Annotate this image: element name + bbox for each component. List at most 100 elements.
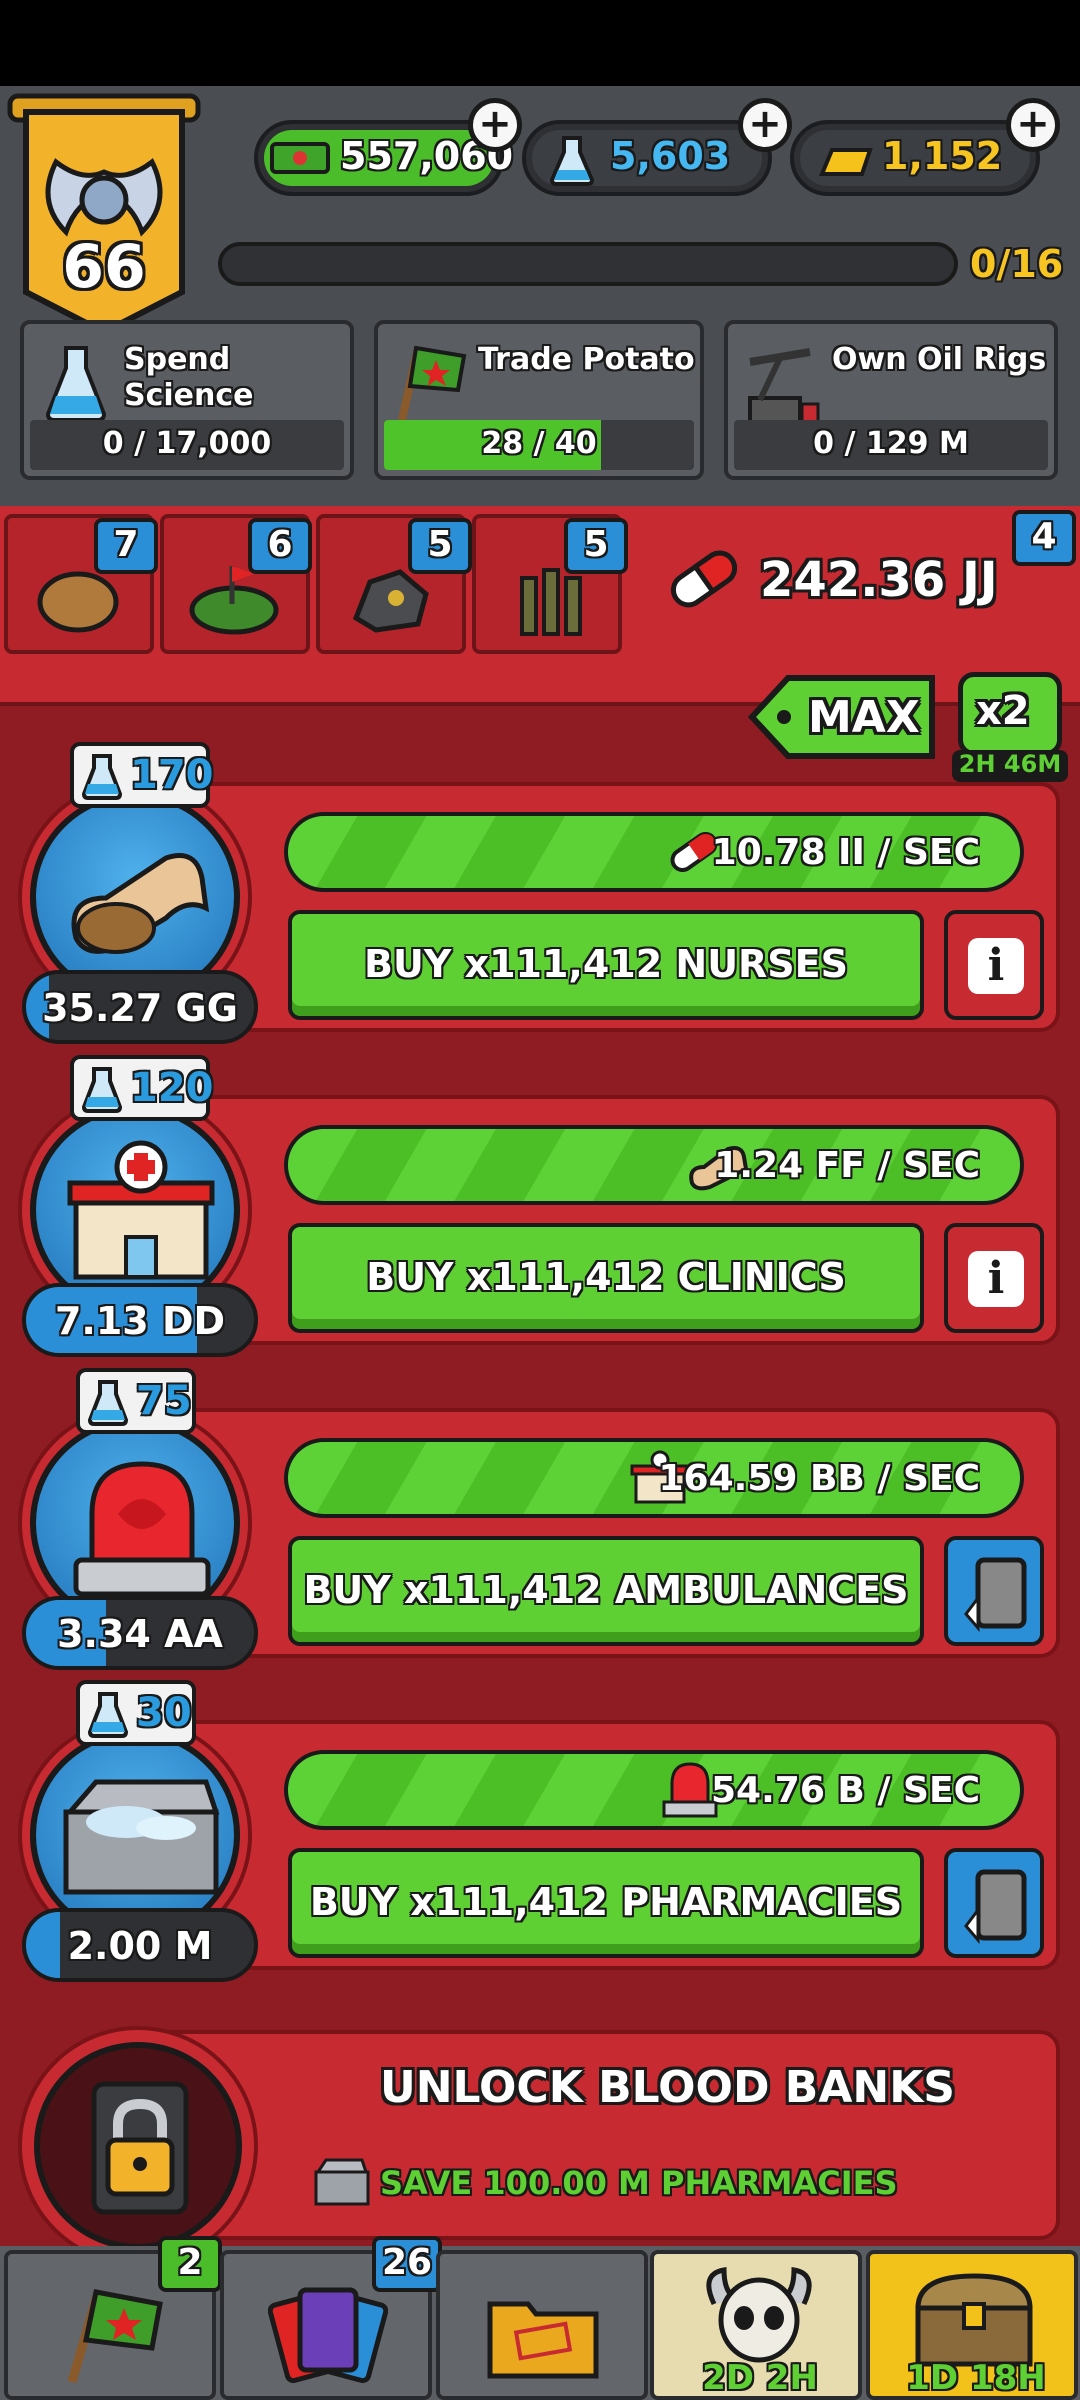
task-trade-potato[interactable]: Trade Potato 28 / 40: [374, 320, 704, 480]
swap-card-icon: [964, 1557, 1027, 1633]
task-own-oil-rigs[interactable]: Own Oil Rigs 0 / 129 M: [724, 320, 1058, 480]
producer-nurses: 10.78 II / SEC BUY x111,412 NURSES i 170…: [0, 742, 1080, 1052]
cost-text: 35.27 GG: [42, 986, 238, 1030]
category-tab-ore[interactable]: 5: [316, 514, 472, 654]
rate-bar: 164.59 BB / SEC: [284, 1438, 1024, 1518]
nav-tab-chest[interactable]: 1D 18H: [866, 2250, 1078, 2400]
flask-icon: [88, 1380, 128, 1426]
info-icon: i: [968, 1251, 1024, 1307]
unlock-blood-banks-panel[interactable]: UNLOCK BLOOD BANKS SAVE 100.00 M PHARMAC…: [150, 2030, 1060, 2240]
task-title: Own Oil Rigs: [832, 342, 1047, 377]
cost-pill: 7.13 DD: [22, 1283, 258, 1357]
rate-text: 1.24 FF / SEC: [714, 1145, 980, 1186]
flag-icon: [398, 345, 467, 421]
level-number: 66: [62, 232, 146, 302]
clinic-icon: [67, 1140, 215, 1280]
max-label: MAX: [808, 692, 920, 743]
cost-pill: 35.27 GG: [22, 970, 258, 1044]
max-button[interactable]: MAX: [747, 672, 938, 762]
cost-pill: 2.00 M: [22, 1908, 258, 1982]
flask-icon: [88, 1692, 128, 1738]
gold-bar-icon: [819, 148, 873, 176]
bandage-icon: [71, 853, 210, 954]
info-button[interactable]: i: [944, 910, 1044, 1020]
info-button[interactable]: i: [944, 1223, 1044, 1333]
currency-value: 242.36 JJ: [760, 552, 998, 608]
gold-pill[interactable]: 1,152: [790, 120, 1040, 196]
producer-panel: 1.24 FF / SEC BUY x111,412 CLINICS i: [150, 1095, 1060, 1345]
task-title: Trade Potato: [478, 342, 695, 377]
flask-icon: [550, 136, 594, 186]
cost-text: 2.00 M: [67, 1924, 213, 1968]
task-progress-text: 28 / 40: [481, 426, 597, 461]
buy-label: BUY x111,412 AMBULANCES: [303, 1568, 909, 1612]
medicine-chest-icon: [63, 1779, 220, 1895]
xp-progress-bar: [218, 242, 958, 286]
nav-tab-skull-event[interactable]: 2D 2H: [650, 2250, 862, 2400]
category-badge: 7: [94, 518, 158, 574]
category-tab-landmine[interactable]: 6: [160, 514, 312, 654]
nav-tab-flag[interactable]: 2: [4, 2236, 222, 2400]
science-cost: 30: [136, 1690, 192, 1736]
rate-bar: 10.78 II / SEC: [284, 812, 1024, 892]
science-cost: 170: [130, 752, 214, 798]
rate-text: 54.76 B / SEC: [711, 1770, 980, 1811]
nav-badge: 2: [158, 2236, 222, 2292]
folder-icon: [487, 2301, 599, 2379]
oil-rig-icon: [748, 348, 820, 424]
buy-clinics-button[interactable]: BUY x111,412 CLINICS: [288, 1223, 924, 1333]
category-tab-potato[interactable]: 7: [4, 514, 158, 654]
producer-panel: 10.78 II / SEC BUY x111,412 NURSES i: [150, 782, 1060, 1032]
task-spend-science[interactable]: Spend Science 0 / 17,000: [20, 320, 354, 480]
rate-text: 10.78 II / SEC: [711, 832, 980, 873]
category-tab-bullets[interactable]: 5: [472, 514, 628, 654]
medicine-chest-icon: [314, 2158, 370, 2206]
unlock-subtitle: SAVE 100.00 M PHARMACIES: [380, 2164, 898, 2202]
x2-label: x2: [976, 688, 1030, 734]
science-cost-tag: 170: [70, 742, 214, 808]
category-badge: 5: [564, 518, 628, 574]
category-badge: 6: [248, 518, 312, 574]
category-badge: 5: [408, 518, 472, 574]
cost-pill: 3.34 AA: [22, 1596, 258, 1670]
nav-tab-folder[interactable]: [436, 2250, 648, 2400]
cash-pill[interactable]: 557,060: [254, 120, 513, 196]
nav-tab-cards[interactable]: 26: [220, 2236, 442, 2400]
add-science-button[interactable]: +: [738, 98, 792, 152]
unlock-title: UNLOCK BLOOD BANKS: [380, 2062, 955, 2113]
cards-icon: [268, 2287, 388, 2384]
currency-badge: 4: [1012, 510, 1076, 566]
rate-bar: 1.24 FF / SEC: [284, 1125, 1024, 1205]
add-cash-button[interactable]: +: [468, 98, 522, 152]
buy-pharmacies-button[interactable]: BUY x111,412 PHARMACIES: [288, 1848, 924, 1958]
task-progress-bar: 0 / 129 M: [734, 420, 1048, 470]
science-value: 5,603: [610, 134, 731, 178]
buy-ambulances-button[interactable]: BUY x111,412 AMBULANCES: [288, 1536, 924, 1646]
producer-pharmacies: 54.76 B / SEC BUY x111,412 PHARMACIES 30…: [0, 1680, 1080, 1990]
flask-icon: [82, 754, 122, 800]
cost-text: 7.13 DD: [54, 1299, 226, 1343]
swap-button[interactable]: [944, 1848, 1044, 1958]
science-pill[interactable]: 5,603: [522, 120, 772, 196]
flag-icon: [67, 2289, 163, 2384]
xp-progress-text: 0/16: [970, 242, 1064, 286]
siren-icon: [73, 1461, 211, 1597]
cash-icon: [270, 142, 330, 174]
nav-timer: 2D 2H: [702, 2358, 818, 2398]
cost-text: 3.34 AA: [57, 1612, 223, 1656]
info-icon: i: [968, 938, 1024, 994]
task-progress-bar: 0 / 17,000: [30, 420, 344, 470]
producer-panel: 164.59 BB / SEC BUY x111,412 AMBULANCES: [150, 1408, 1060, 1658]
flask-icon: [45, 346, 107, 422]
producer-clinics: 1.24 FF / SEC BUY x111,412 CLINICS i 120…: [0, 1055, 1080, 1365]
science-cost-tag: 75: [76, 1368, 196, 1434]
buy-nurses-button[interactable]: BUY x111,412 NURSES: [288, 910, 924, 1020]
producer-ambulances: 164.59 BB / SEC BUY x111,412 AMBULANCES …: [0, 1368, 1080, 1678]
add-gold-button[interactable]: +: [1006, 98, 1060, 152]
lock-icon: [91, 2081, 189, 2215]
buy-label: BUY x111,412 CLINICS: [366, 1255, 846, 1299]
flask-icon: [82, 1067, 122, 1113]
swap-button[interactable]: [944, 1536, 1044, 1646]
science-cost: 120: [130, 1065, 214, 1111]
level-banner[interactable]: 66: [6, 92, 202, 338]
